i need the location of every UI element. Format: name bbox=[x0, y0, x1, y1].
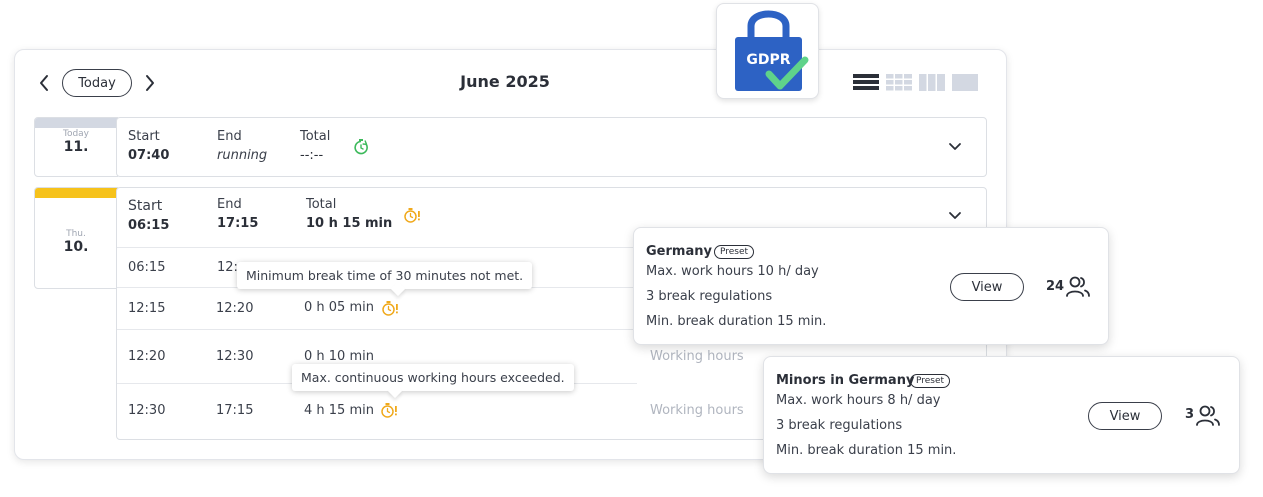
end-value: 17:15 bbox=[217, 216, 259, 231]
gdpr-lock-icon: GDPR bbox=[735, 10, 809, 91]
preset-card-minors-germany[interactable]: Minors in Germany Preset Max. work hours… bbox=[763, 356, 1240, 474]
weekday-label: Today bbox=[62, 129, 90, 139]
entry-type: Working hours bbox=[650, 349, 744, 364]
next-month-button[interactable] bbox=[140, 72, 160, 94]
preset-name: Minors in Germany bbox=[776, 373, 915, 388]
users-icon bbox=[1196, 405, 1220, 426]
total-label: Total bbox=[300, 129, 331, 144]
month-title: June 2025 bbox=[460, 72, 550, 91]
list-view-icon[interactable] bbox=[853, 74, 879, 91]
entry-start: 06:15 bbox=[128, 260, 166, 275]
min-break-tooltip: Minimum break time of 30 minutes not met… bbox=[237, 262, 533, 289]
warning-timer-icon[interactable] bbox=[382, 300, 400, 317]
gdpr-badge: GDPR bbox=[716, 3, 819, 99]
total-value: --:-- bbox=[300, 148, 324, 163]
start-label: Start bbox=[128, 198, 163, 214]
end-value: running bbox=[217, 148, 268, 163]
preset-card-germany[interactable]: Germany Preset Max. work hours 10 h/ day… bbox=[633, 227, 1109, 345]
running-timer-icon bbox=[354, 139, 368, 155]
tooltip-text: Max. continuous working hours exceeded. bbox=[301, 370, 565, 385]
start-label: Start bbox=[128, 129, 160, 144]
entry-start: 12:15 bbox=[128, 301, 166, 316]
preset-name: Germany bbox=[646, 244, 712, 259]
day-tab-10[interactable]: Thu. 10. bbox=[34, 187, 118, 289]
user-count: 24 bbox=[1046, 279, 1065, 294]
month-view-icon[interactable] bbox=[919, 74, 945, 91]
entry-start: 12:30 bbox=[128, 403, 166, 418]
entry-duration: 0 h 10 min bbox=[304, 349, 374, 364]
entry-end: 17:15 bbox=[216, 403, 254, 418]
collapse-chevron-icon[interactable] bbox=[948, 211, 962, 221]
day-number: 11. bbox=[63, 139, 89, 155]
expand-chevron-icon[interactable] bbox=[948, 142, 962, 152]
day-number: 10. bbox=[63, 239, 89, 255]
day-band bbox=[35, 118, 117, 128]
tooltip-text: Minimum break time of 30 minutes not met… bbox=[246, 268, 524, 283]
entry-duration: 4 h 15 min bbox=[304, 403, 374, 418]
preset-max-hours: Max. work hours 8 h/ day bbox=[776, 393, 941, 408]
weekday-label: Thu. bbox=[66, 229, 86, 239]
row-divider bbox=[117, 329, 637, 330]
users-icon bbox=[1066, 276, 1090, 297]
previous-month-button[interactable] bbox=[34, 72, 54, 94]
row-divider bbox=[117, 247, 637, 248]
preset-min-break: Min. break duration 15 min. bbox=[646, 314, 827, 329]
entry-start: 12:20 bbox=[128, 349, 166, 364]
max-continuous-tooltip: Max. continuous working hours exceeded. bbox=[292, 364, 574, 391]
total-label: Total bbox=[306, 197, 337, 212]
year-view-icon[interactable] bbox=[952, 74, 978, 91]
week-view-icon[interactable] bbox=[886, 74, 912, 91]
day-card-11[interactable] bbox=[116, 117, 987, 177]
svg-text:GDPR: GDPR bbox=[746, 52, 790, 68]
chevron-left-icon bbox=[40, 75, 48, 91]
entry-duration: 0 h 05 min bbox=[304, 300, 374, 315]
entry-end: 12:20 bbox=[216, 301, 254, 316]
chevron-right-icon bbox=[146, 75, 154, 91]
view-button[interactable]: View bbox=[1088, 402, 1162, 430]
entry-end: 12: bbox=[217, 260, 238, 275]
preset-badge: Preset bbox=[714, 245, 755, 259]
end-label: End bbox=[217, 197, 242, 212]
preset-max-hours: Max. work hours 10 h/ day bbox=[646, 264, 819, 279]
preset-min-break: Min. break duration 15 min. bbox=[776, 443, 957, 458]
warning-timer-icon[interactable] bbox=[381, 402, 399, 419]
today-button[interactable]: Today bbox=[62, 69, 132, 97]
end-label: End bbox=[217, 129, 242, 144]
day-band bbox=[35, 188, 117, 198]
start-value: 07:40 bbox=[128, 148, 170, 163]
preset-badge: Preset bbox=[910, 374, 951, 388]
preset-break-regulations: 3 break regulations bbox=[646, 289, 773, 304]
entry-end: 12:30 bbox=[216, 349, 254, 364]
total-value: 10 h 15 min bbox=[306, 216, 393, 231]
user-count: 3 bbox=[1185, 407, 1195, 422]
day-tab-11[interactable]: Today 11. bbox=[34, 117, 118, 177]
warning-timer-icon bbox=[404, 208, 420, 223]
preset-break-regulations: 3 break regulations bbox=[776, 418, 903, 433]
entry-type: Working hours bbox=[650, 403, 744, 418]
start-value: 06:15 bbox=[128, 218, 170, 233]
view-button[interactable]: View bbox=[950, 273, 1024, 301]
